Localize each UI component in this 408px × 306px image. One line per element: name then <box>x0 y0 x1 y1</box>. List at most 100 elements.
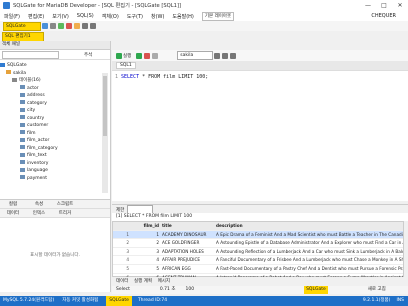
table-icon <box>20 152 25 157</box>
tree-root[interactable]: SQLGate <box>0 62 110 70</box>
result-grid[interactable]: film_id title description 1 1 ACADEMY DINO… <box>112 221 404 283</box>
tree-table[interactable]: film_actor <box>0 137 110 145</box>
sql-line[interactable]: 1 SELECT * FROM film LIMIT 100; <box>115 74 208 80</box>
subtab-trigger[interactable]: 트리거 <box>52 210 78 216</box>
stop-icon[interactable] <box>144 52 151 59</box>
tree-table[interactable]: language <box>0 167 110 175</box>
menu-file[interactable]: 파일(F) <box>4 13 20 20</box>
run-button[interactable]: 실행 <box>123 53 131 59</box>
tab-properties[interactable]: 속성 <box>26 201 52 207</box>
tab-columns[interactable]: 컬럼 <box>0 201 26 207</box>
rollback-icon[interactable] <box>66 23 72 29</box>
subtab-index[interactable]: 인덱스 <box>26 210 52 216</box>
tree-table[interactable]: city <box>0 107 110 115</box>
status-ins: INS <box>396 298 404 303</box>
menu-edit[interactable]: 편집(E) <box>28 13 44 20</box>
table-row[interactable]: 4 4 AFFAIR PREJUDICE A Fanciful Documentary… <box>113 256 403 265</box>
tree-table[interactable]: category <box>0 100 110 108</box>
table-row[interactable]: 5 5 AFRICAN EGG A Fast-Paced Documentary of… <box>113 265 403 274</box>
schema-select[interactable]: sakila <box>177 51 214 60</box>
table-row[interactable]: 2 2 ACE GOLDFINGER A Astounding Epistle of … <box>113 239 403 248</box>
tree-table[interactable]: inventory <box>0 160 110 168</box>
commit-icon[interactable] <box>58 23 64 29</box>
sql-editor[interactable] <box>112 70 408 201</box>
close-icon[interactable]: ✕ <box>392 0 408 11</box>
open-file-icon[interactable] <box>82 23 88 29</box>
tab-sql1[interactable]: SQL1 <box>116 62 136 69</box>
menu-object[interactable]: 객체(O) <box>102 13 119 20</box>
server-icon <box>0 62 5 67</box>
result-status: Select 0.71 초 100 SQLGate 새로 고침 <box>112 286 408 294</box>
menu-help[interactable]: 도움말(H) <box>172 13 193 20</box>
status-connection: SQLGate <box>106 296 132 306</box>
refresh-button[interactable]: 새로 고침 <box>368 286 386 294</box>
table-row[interactable]: 3 3 ADAPTATION HOLES A Astounding Reflectio… <box>113 248 403 257</box>
menu-view[interactable]: 보기(V) <box>52 13 69 20</box>
app-logo-icon <box>3 2 10 9</box>
user-menu[interactable]: CHEQUER <box>371 13 396 19</box>
col-header[interactable]: film_id <box>131 222 162 230</box>
tree-table[interactable]: film <box>0 130 110 138</box>
table-row[interactable]: 1 1 ACADEMY DINOSAUR A Epic Drama of a Femi… <box>113 230 403 240</box>
menu-tools[interactable]: 도구(T) <box>127 13 143 20</box>
run-icon[interactable] <box>116 52 122 59</box>
limit-label: 제한 <box>116 207 125 213</box>
layout-select[interactable]: 기본 레이아웃 <box>201 11 235 21</box>
table-icon <box>20 145 25 149</box>
comment-column-label: 주석 <box>84 52 93 58</box>
col-header[interactable]: title <box>162 222 216 230</box>
new-editor-icon[interactable] <box>74 23 80 29</box>
disconnect-icon[interactable] <box>50 23 56 29</box>
tree-schema[interactable]: sakila <box>0 70 110 78</box>
subtab-data[interactable]: 데이터 <box>0 210 26 216</box>
empty-data-message: 표시할 데이터가 없습니다. <box>30 253 80 258</box>
status-autocommit: 자동 커밋 활성화됨 <box>62 298 99 303</box>
tree-folder-tables[interactable]: 테이블(16) <box>0 77 110 85</box>
tree-table[interactable]: address <box>0 92 110 100</box>
object-panel: 객체 패널 주석 SQLGate sakila 테이블(16) actor ad… <box>0 41 111 199</box>
tree-table[interactable]: customer <box>0 122 110 130</box>
tree-table[interactable]: country <box>0 115 110 123</box>
grid-header: film_id title description <box>113 222 403 231</box>
object-panel-header: 객체 패널 <box>0 41 110 50</box>
tab-result-plan[interactable]: 실행 계획 <box>134 277 152 286</box>
explain-icon[interactable] <box>152 52 159 59</box>
table-icon <box>20 85 25 89</box>
new-connection-icon[interactable] <box>42 23 48 29</box>
comment-icon[interactable] <box>222 52 229 59</box>
maximize-icon[interactable]: □ <box>376 0 392 11</box>
menu-sql[interactable]: SQL(S) <box>77 13 94 19</box>
tab-result-message[interactable]: 메시지 <box>158 277 170 286</box>
status-bar: MySQL 5.7.24(원격드탐) 자동 커밋 활성화됨 SQLGate Th… <box>0 296 408 306</box>
table-icon <box>20 175 25 179</box>
minimize-icon[interactable]: — <box>360 0 376 11</box>
result-status-time: 0.71 초 <box>159 287 176 292</box>
save-icon[interactable] <box>90 23 96 29</box>
tree-table[interactable]: film_text <box>0 152 110 160</box>
indent-icon[interactable] <box>230 52 237 59</box>
object-search-input[interactable] <box>2 50 59 59</box>
tree-table[interactable]: actor <box>0 85 110 93</box>
menu-bar: 파일(F) 편집(E) 보기(V) SQL(S) 객체(O) 도구(T) 창(W… <box>0 11 408 21</box>
status-version: 9.2.1.1(정품) <box>362 298 391 303</box>
table-icon <box>20 100 25 104</box>
col-header[interactable]: description <box>216 222 403 230</box>
tree-table[interactable]: film_category <box>0 145 110 153</box>
table-icon <box>20 167 25 172</box>
folder-icon <box>12 77 17 82</box>
menu-window[interactable]: 창(W) <box>151 13 164 20</box>
tab-result-data[interactable]: 데이터 <box>116 277 128 286</box>
connection-select[interactable]: SQLGate <box>3 21 41 31</box>
result-status-type: Select <box>116 287 130 292</box>
tab-script[interactable]: 스크립트 <box>52 201 78 207</box>
run-all-icon[interactable] <box>136 52 143 59</box>
line-number: 1 <box>115 74 119 80</box>
result-tabs: 데이터 실행 계획 메시지 <box>112 277 408 286</box>
sql-keyword: SELECT <box>121 74 140 80</box>
object-panel-scroll-thumb[interactable] <box>103 76 107 136</box>
table-icon <box>20 92 25 97</box>
result-status-conn: SQLGate <box>304 286 328 294</box>
editor-tabs <box>112 41 408 50</box>
format-icon[interactable] <box>214 52 221 59</box>
tree-table[interactable]: payment <box>0 175 110 183</box>
